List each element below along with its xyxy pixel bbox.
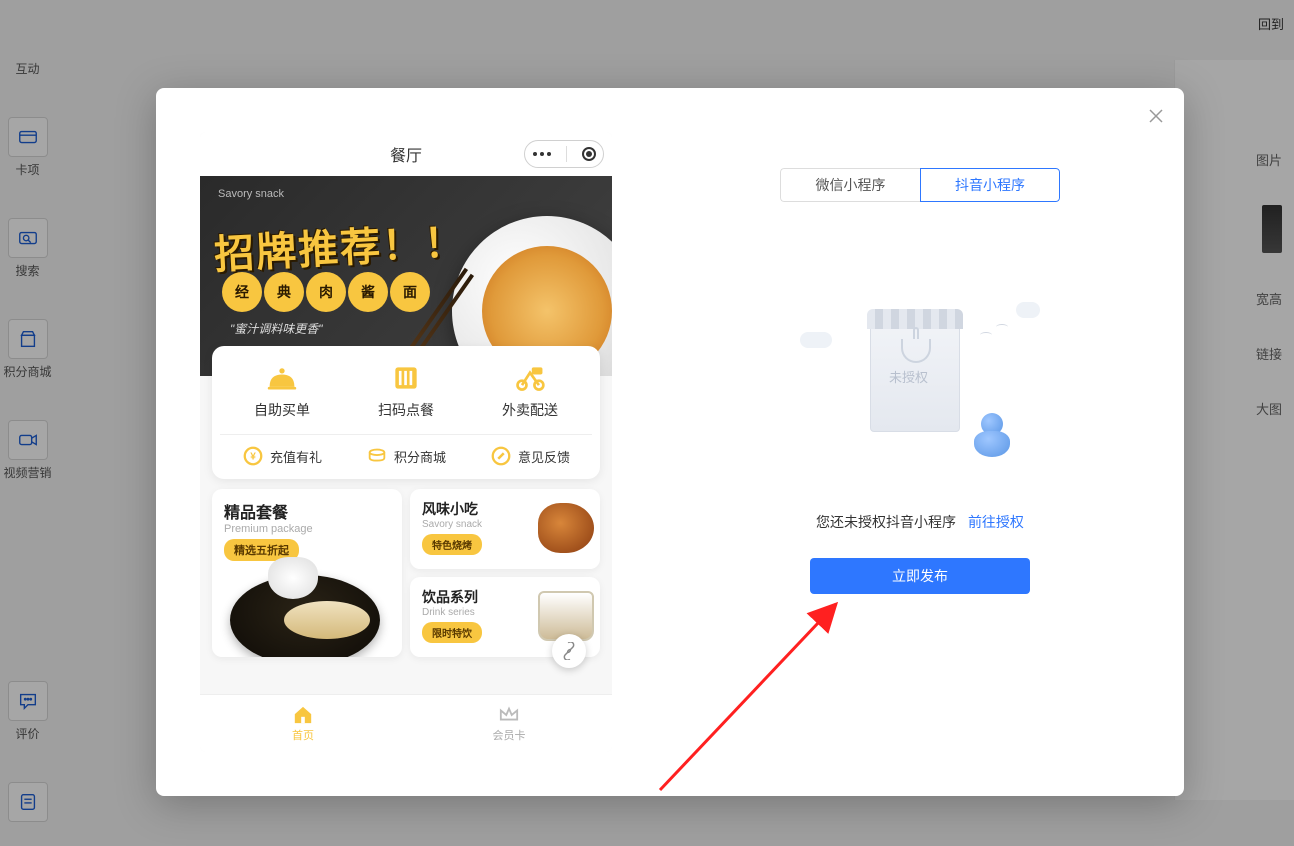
menu-label: 充值有礼 (270, 447, 322, 466)
circle-char: 面 (390, 272, 430, 312)
delivery-icon (512, 362, 548, 394)
menu-recharge[interactable]: ¥ 充值有礼 (242, 445, 322, 467)
banner-small-label: Savory snack (218, 188, 284, 200)
menu-label: 外卖配送 (502, 400, 558, 420)
svg-text:¥: ¥ (250, 452, 256, 463)
auth-text: 您还未授权抖音小程序 (816, 514, 956, 530)
menu-label: 意见反馈 (518, 447, 570, 466)
menu-self-checkout[interactable]: 自助买单 (220, 362, 344, 420)
publish-config-panel: 微信小程序 抖音小程序 未授权 您还未授权抖音小程序 前往授权 立即发布 (656, 88, 1184, 796)
tab-douyin-miniprogram[interactable]: 抖音小程序 (920, 168, 1060, 202)
phone-title: 餐厅 (390, 142, 422, 166)
circle-char: 肉 (306, 272, 346, 312)
wings-image (538, 503, 594, 553)
close-program-icon[interactable] (582, 147, 596, 161)
circle-char: 经 (222, 272, 262, 312)
big-menu-row: 自助买单 扫码点餐 外卖配送 (220, 362, 592, 420)
publish-button[interactable]: 立即发布 (810, 558, 1030, 594)
tab-member[interactable]: 会员卡 (406, 695, 612, 752)
publish-modal: 餐厅 Savory snack 招牌推荐！！ 经 典 肉 酱 (156, 88, 1184, 796)
tab-wechat-miniprogram[interactable]: 微信小程序 (780, 168, 920, 202)
menu-points-mall[interactable]: 积分商城 (366, 445, 446, 467)
tab-home[interactable]: 首页 (200, 695, 406, 752)
person-shape (974, 413, 1010, 458)
bottom-tabs: 首页 会员卡 (200, 694, 612, 752)
menu-label: 扫码点餐 (378, 400, 434, 420)
category-row: 精品套餐 Premium package 精选五折起 风味小吃 Savory s… (212, 489, 600, 657)
tab-label: 会员卡 (493, 727, 526, 743)
coin-icon: ¥ (242, 445, 264, 467)
main-menu-card: 自助买单 扫码点餐 外卖配送 ¥ 充值有礼 (212, 346, 600, 479)
dish-icon (264, 362, 300, 394)
menu-label: 自助买单 (254, 400, 310, 420)
phone-header: 餐厅 (200, 132, 612, 176)
qr-icon (388, 362, 424, 394)
preview-panel: 餐厅 Savory snack 招牌推荐！！ 经 典 肉 酱 (156, 88, 656, 796)
mini-program-capsule[interactable] (524, 140, 604, 168)
cat-title: 精品套餐 (224, 499, 390, 523)
banner-subtitle: "蜜汁调料味更香" (230, 320, 323, 337)
category-snack[interactable]: 风味小吃 Savory snack 特色烧烤 (410, 489, 600, 569)
menu-scan-order[interactable]: 扫码点餐 (344, 362, 468, 420)
circle-char: 酱 (348, 272, 388, 312)
coins-icon (366, 445, 388, 467)
cat-subtitle: Premium package (224, 523, 390, 535)
go-authorize-link[interactable]: 前往授权 (968, 514, 1024, 530)
menu-label: 积分商城 (394, 447, 446, 466)
program-type-toggle: 微信小程序 抖音小程序 (780, 168, 1060, 202)
phone-preview: 餐厅 Savory snack 招牌推荐！！ 经 典 肉 酱 (200, 132, 612, 752)
more-icon[interactable] (533, 152, 551, 156)
menu-feedback[interactable]: 意见反馈 (490, 445, 570, 467)
food-image (284, 601, 370, 639)
cat-badge: 特色烧烤 (422, 534, 482, 555)
small-menu-row: ¥ 充值有礼 积分商城 意见反馈 (220, 445, 592, 467)
crown-icon (498, 705, 520, 725)
cat-badge: 限时特饮 (422, 622, 482, 643)
circle-char: 典 (264, 272, 304, 312)
banner-title: 招牌推荐！！ (213, 209, 468, 280)
auth-status-text: 您还未授权抖音小程序 前往授权 (816, 512, 1024, 532)
illus-label: 未授权 (889, 367, 928, 386)
banner-circles: 经 典 肉 酱 面 (222, 272, 430, 312)
unauthorized-illustration: 未授权 (800, 292, 1040, 472)
store-shape: 未授权 (870, 312, 960, 432)
category-premium[interactable]: 精品套餐 Premium package 精选五折起 (212, 489, 402, 657)
home-icon (292, 705, 314, 725)
menu-delivery[interactable]: 外卖配送 (468, 362, 592, 420)
floating-link-button[interactable] (552, 634, 586, 668)
tab-label: 首页 (292, 727, 314, 743)
close-icon[interactable] (1146, 106, 1166, 126)
edit-icon (490, 445, 512, 467)
